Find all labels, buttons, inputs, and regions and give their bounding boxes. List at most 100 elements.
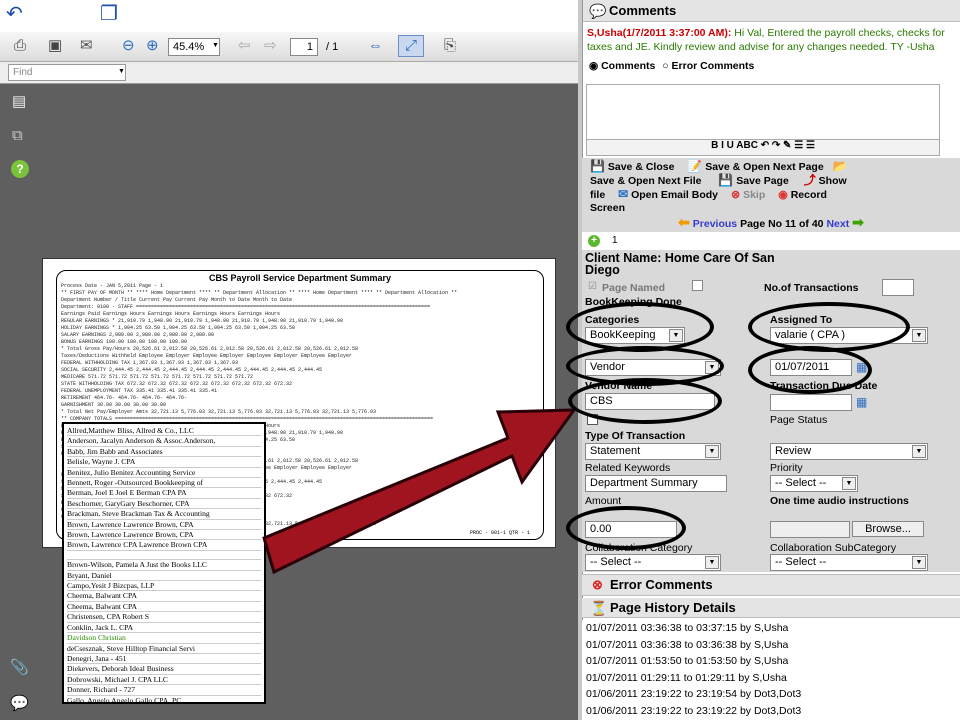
- report-line: FEDERAL WITHHOLDING TAX 1,367.93 1,367.9…: [61, 360, 239, 366]
- undo-icon[interactable]: ↶: [6, 4, 23, 24]
- comments-icon[interactable]: 💬: [10, 694, 29, 714]
- vendor-list-item: Brackman, Steve Brackman Tax & Accountin…: [67, 509, 261, 520]
- next-page-icon[interactable]: ⇨: [264, 36, 277, 56]
- save-open-next-page-button[interactable]: 📝 Save & Open Next Page: [687, 160, 823, 174]
- vendor-list-item: Davidson Christian: [67, 633, 261, 644]
- paperclip-icon[interactable]: 📎: [10, 658, 29, 678]
- page-number-input[interactable]: 1: [290, 38, 318, 56]
- comment-author: S,Usha(1/7/2011 3:37:00 AM):: [587, 27, 732, 39]
- history-item: 01/07/2011 03:36:38 to 03:37:15 by S,Ush…: [586, 622, 789, 634]
- pages-icon[interactable]: ▤: [12, 92, 26, 112]
- report-line: BONUS EARNINGS 100.00 100.00 100.00 100.…: [61, 339, 188, 345]
- save-page-button[interactable]: 💾 Save Page: [718, 174, 788, 188]
- print-icon[interactable]: ⎙: [14, 36, 26, 56]
- vendor-list-item: Bryant, Daniel: [67, 571, 261, 582]
- copy-pages-icon[interactable]: ❐: [100, 4, 118, 24]
- error-icon: ⊗: [592, 577, 603, 592]
- collab-category-select[interactable]: -- Select -- ▼: [585, 554, 721, 571]
- help-icon[interactable]: ?: [11, 160, 29, 178]
- find-input[interactable]: Find: [8, 64, 126, 81]
- page-named-toggle[interactable]: [692, 280, 703, 291]
- type-of-transaction-select[interactable]: Statement ▼: [585, 443, 721, 460]
- chevron-down-icon: ▼: [842, 477, 856, 490]
- related-keywords-input[interactable]: Department Summary: [585, 475, 727, 492]
- amount-label: Amount: [585, 495, 622, 507]
- save-icon[interactable]: ▣: [48, 36, 62, 56]
- vendor-list-item: Campo,Yesit J Bizcpas, LLP: [67, 581, 261, 592]
- no-transactions-input[interactable]: [882, 279, 914, 296]
- chevron-down-icon: ▼: [912, 329, 926, 342]
- zoom-out-icon[interactable]: ⊖: [122, 36, 135, 56]
- zoom-in-icon[interactable]: ⊕: [146, 36, 159, 56]
- attachments-panel-icon[interactable]: ⧉: [12, 126, 23, 146]
- vendor-list-item: Cheema, Balwant CPA: [67, 591, 261, 602]
- fit-width-icon[interactable]: ⇔: [368, 36, 383, 56]
- audio-file-input[interactable]: [770, 521, 850, 538]
- email-icon[interactable]: ✉: [80, 36, 93, 56]
- report-line: Department: 0100 - STAFF ===============…: [61, 304, 431, 310]
- chevron-down-icon: ▼: [705, 445, 719, 458]
- page-counter: Page No 11 of 40: [740, 218, 824, 230]
- vendor-list-item: Allred,Matthew Bliss, Allred & Co., LLC: [67, 426, 261, 437]
- collab-subcategory-select[interactable]: -- Select -- ▼: [770, 554, 928, 571]
- select-tool-icon[interactable]: ⎘: [444, 36, 456, 56]
- floppy-icon: 💾: [590, 159, 605, 173]
- highlight-oval-amount: [566, 506, 686, 550]
- error-comments-header[interactable]: ⊗ Error Comments: [582, 574, 960, 596]
- arrow-shape: [262, 408, 577, 575]
- previous-link[interactable]: Previous: [693, 218, 737, 230]
- save-open-next-file-button[interactable]: Save & Open Next File: [590, 175, 701, 187]
- report-line: REGULAR EARNINGS * 21,910.79 1,948.90 21…: [61, 318, 344, 324]
- find-options-icon[interactable]: ▼: [118, 68, 125, 75]
- open-email-body-button[interactable]: ✉ Open Email Body: [618, 187, 718, 202]
- type-of-transaction-label: Type Of Transaction: [585, 430, 686, 442]
- callout-arrow: [262, 408, 577, 575]
- vendor-list-item: Bennett, Roger -Outsourced Bookkeeping o…: [67, 478, 261, 489]
- comment-format-toolbar[interactable]: B I U ABC ↶ ↷ ✎ ☰ ☰: [586, 140, 940, 156]
- save-close-button[interactable]: 💾 Save & Close: [590, 159, 674, 174]
- comment-textarea[interactable]: [586, 84, 940, 140]
- previous-page-icon[interactable]: ⇦: [238, 36, 251, 56]
- vendor-list-item: [67, 551, 261, 561]
- calendar-icon[interactable]: ▦: [856, 395, 867, 409]
- skip-button[interactable]: ⊗ Skip: [731, 189, 765, 201]
- comments-header[interactable]: 💬 Comments: [583, 0, 960, 22]
- record-screen-button[interactable]: ◉ Record: [778, 189, 827, 201]
- report-line: SALARY EARNINGS 2,980.00 2,980.00 2,980.…: [61, 332, 215, 338]
- next-arrow-icon[interactable]: ➡: [852, 214, 864, 230]
- open-next-file-icon[interactable]: 📂: [833, 160, 848, 173]
- vendor-list-item: Anderson, Jacalyn Anderson & Assoc.Ander…: [67, 436, 261, 447]
- browse-button[interactable]: Browse...: [852, 521, 924, 537]
- page-named-label: Page Named: [602, 282, 666, 294]
- show-file-button[interactable]: ⤴ Show: [804, 174, 847, 188]
- radio-error-comments[interactable]: ○ Error Comments: [662, 60, 754, 72]
- comment-bubble-icon: 💬: [589, 3, 607, 19]
- audio-instructions-label: One time audio instructions: [770, 495, 909, 507]
- fit-page-icon[interactable]: ⤢: [398, 35, 424, 57]
- vendor-list-item: Denegri, Jana - 451: [67, 654, 261, 665]
- page-status-select[interactable]: Review ▼: [770, 443, 928, 460]
- priority-select[interactable]: -- Select -- ▼: [770, 475, 858, 492]
- page-named-checkbox[interactable]: ☑: [588, 281, 597, 292]
- chevron-down-icon: ▼: [705, 556, 719, 569]
- collab-subcategory-label: Collaboration SubCategory: [770, 542, 897, 554]
- history-item: 01/07/2011 03:36:38 to 03:36:38 by S,Ush…: [586, 638, 789, 651]
- due-date-input[interactable]: [770, 394, 852, 411]
- email-icon: ✉: [618, 187, 629, 201]
- add-icon[interactable]: +: [588, 235, 600, 247]
- chevron-down-icon[interactable]: ▼: [212, 42, 219, 49]
- history-item: 01/06/2011 23:19:22 to 23:19:54 by Dot3,…: [586, 688, 802, 700]
- highlight-oval-date: [748, 346, 872, 394]
- find-bar: Find ▼: [0, 62, 578, 84]
- app-top-bar: ↶ ❐: [0, 0, 578, 32]
- radio-comments[interactable]: ◉ Comments: [589, 60, 655, 72]
- highlight-oval-vendor-name: [568, 378, 722, 424]
- show-file-button-label[interactable]: file: [590, 189, 605, 201]
- next-link[interactable]: Next: [826, 218, 849, 230]
- previous-arrow-icon[interactable]: ⬅: [678, 214, 690, 230]
- history-icon: ⏳: [590, 600, 608, 616]
- highlight-oval-categories: [566, 302, 714, 352]
- page-history-header[interactable]: ⏳ Page History Details: [582, 598, 960, 618]
- pdf-toolbar: ⎙ ▣ ✉ ⊖ ⊕ 45.4% ▼ ⇦ ⇨ 1 / 1 ⇔ ⤢ ⎘: [0, 32, 578, 62]
- vendor-list-item: Benitez, Julio Benitez Accounting Servic…: [67, 468, 261, 479]
